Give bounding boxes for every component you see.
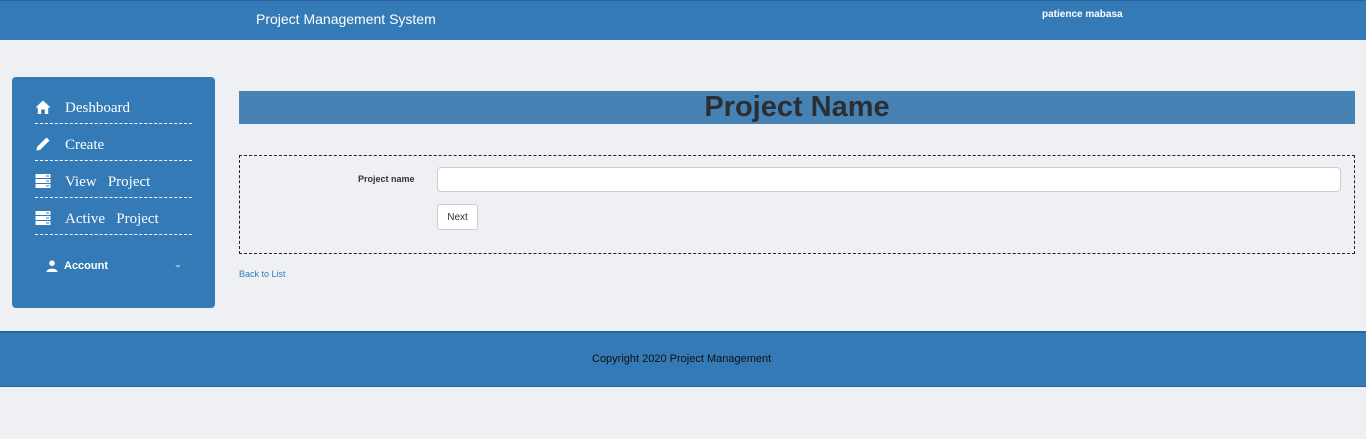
page-title: Project Name xyxy=(239,91,1355,124)
project-form: Project name Next xyxy=(239,155,1355,254)
server-icon xyxy=(35,174,51,188)
next-button[interactable]: Next xyxy=(437,204,478,230)
project-name-input[interactable] xyxy=(437,167,1341,192)
top-navbar: Project Management System patience mabas… xyxy=(0,0,1366,40)
server-icon xyxy=(35,211,51,225)
pencil-icon xyxy=(36,137,50,151)
project-name-label: Project name xyxy=(358,174,415,184)
user-name[interactable]: patience mabasa xyxy=(1042,9,1123,20)
sidebar: Deshboard Create View Project Active Pro… xyxy=(12,77,215,308)
sidebar-item-label: Active Project xyxy=(65,211,159,227)
sidebar-item-label: View Project xyxy=(65,174,151,190)
sidebar-item-dashboard[interactable]: Deshboard xyxy=(35,99,192,124)
sidebar-item-label: Deshboard xyxy=(65,100,130,116)
sidebar-item-label: Create xyxy=(65,137,105,153)
user-icon xyxy=(46,260,58,272)
app-title[interactable]: Project Management System xyxy=(256,11,436,27)
sidebar-item-view-project[interactable]: View Project xyxy=(35,173,192,198)
home-icon xyxy=(35,100,51,114)
footer: Copyright 2020 Project Management xyxy=(0,331,1366,387)
sidebar-item-active-project[interactable]: Active Project xyxy=(35,210,192,235)
account-dropdown[interactable]: Account xyxy=(46,259,186,275)
copyright-text: Copyright 2020 Project Management xyxy=(592,353,772,365)
back-to-list-link[interactable]: Back to List xyxy=(239,269,286,279)
account-label: Account xyxy=(64,260,108,272)
sidebar-item-create[interactable]: Create xyxy=(35,136,192,161)
chevron-down-icon xyxy=(175,265,181,268)
